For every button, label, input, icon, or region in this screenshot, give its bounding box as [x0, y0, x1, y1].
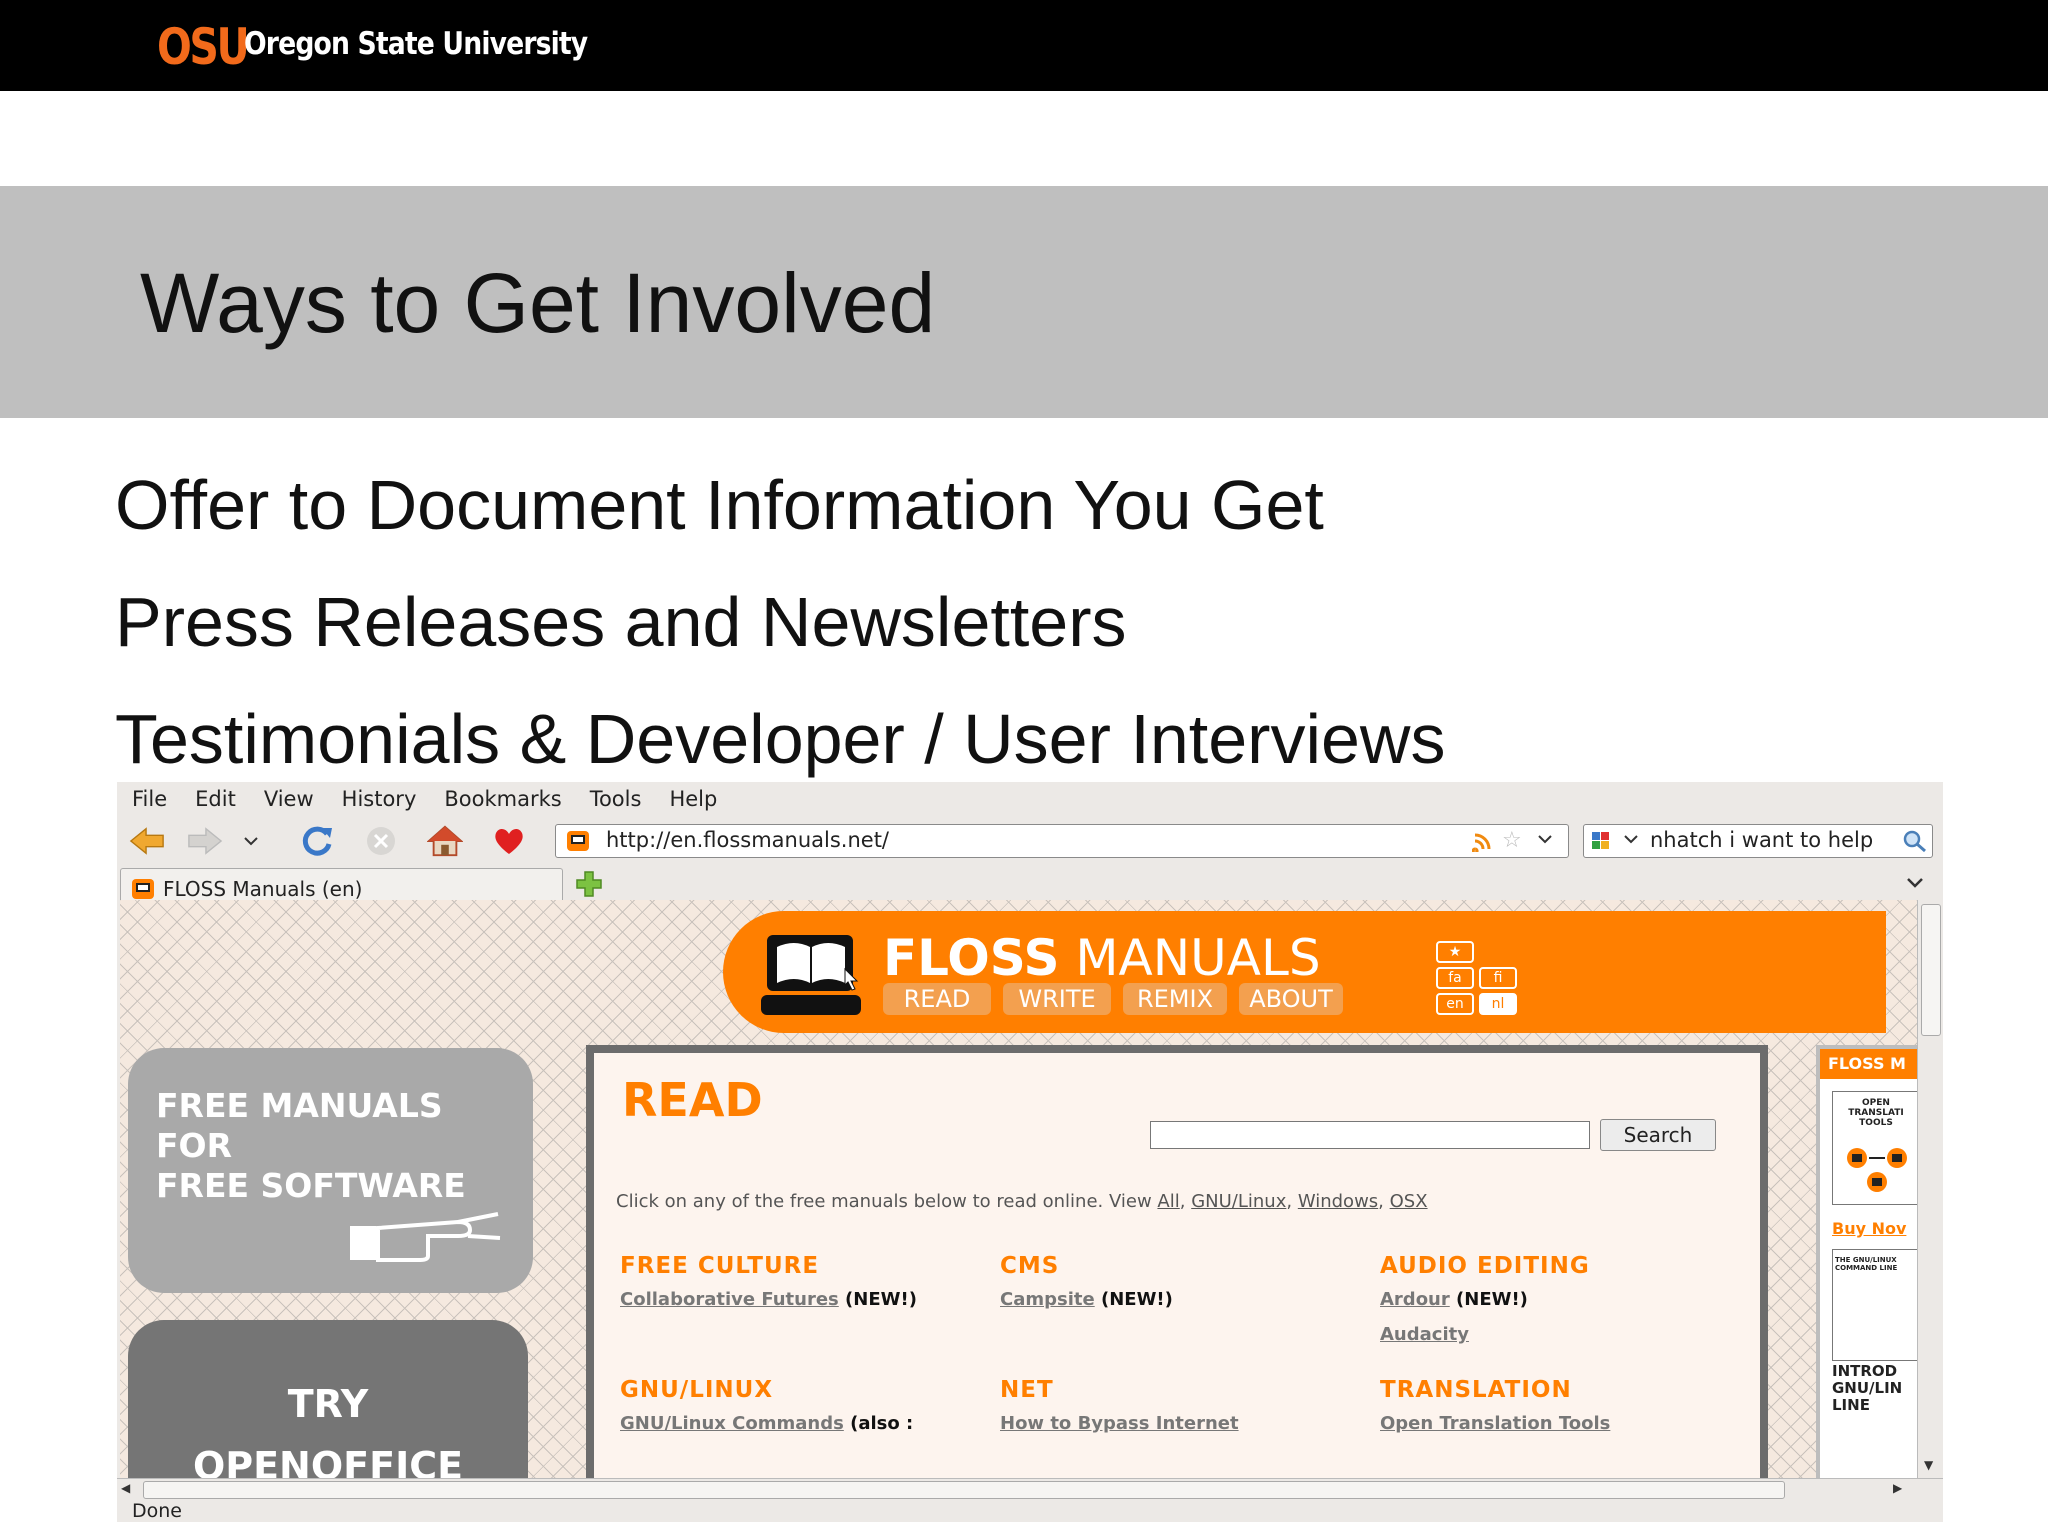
- horizontal-scroll-thumb[interactable]: [143, 1481, 1785, 1499]
- manual-link-item[interactable]: Collaborative Futures (NEW!): [620, 1289, 917, 1310]
- lang-star[interactable]: ★: [1436, 941, 1474, 963]
- web-search-bar[interactable]: nhatch i want to help: [1583, 824, 1933, 858]
- read-intro-text: Click on any of the free manuals below t…: [616, 1191, 1428, 1212]
- nav-remix[interactable]: REMIX: [1123, 983, 1227, 1015]
- floss-sidebar-panel: FLOSS M OPEN TRANSLATI TOOLS Buy Nov THE…: [1816, 1045, 1917, 1478]
- bullet-item: Offer to Document Information You Get: [115, 466, 1324, 544]
- browser-window: File Edit View History Bookmarks Tools H…: [117, 782, 1943, 1522]
- pointing-hand-icon: [348, 1208, 508, 1268]
- status-text: Done: [132, 1500, 182, 1522]
- back-arrow-icon[interactable]: [129, 824, 165, 858]
- menu-view[interactable]: View: [264, 787, 314, 811]
- menu-edit[interactable]: Edit: [195, 787, 236, 811]
- tab-label: FLOSS Manuals (en): [163, 877, 363, 901]
- view-gnulinux-link[interactable]: GNU/Linux: [1191, 1191, 1286, 1212]
- lang-en[interactable]: en: [1436, 993, 1474, 1015]
- floss-manuals-title: FLOSS MANUALS: [883, 929, 1321, 987]
- university-name: Oregon State University: [244, 26, 588, 62]
- category-audio-editing: AUDIO EDITING: [1380, 1253, 1590, 1279]
- manual-link-item[interactable]: Audacity: [1380, 1324, 1469, 1345]
- sidebar-intro-text: INTROD GNU/LIN LINE: [1832, 1362, 1903, 1414]
- floss-banner: FLOSS MANUALS READ WRITE REMIX ABOUT ★ f…: [723, 911, 1886, 1033]
- menu-bookmarks[interactable]: Bookmarks: [444, 787, 561, 811]
- scroll-down-arrow-icon[interactable]: ▼: [1924, 1458, 1933, 1472]
- menu-history[interactable]: History: [342, 787, 417, 811]
- try-openoffice-promo[interactable]: TRY OPENOFFICE: [128, 1320, 528, 1478]
- stop-icon[interactable]: [363, 824, 399, 858]
- view-osx-link[interactable]: OSX: [1390, 1191, 1428, 1212]
- lang-fi[interactable]: fi: [1479, 967, 1517, 989]
- manual-link-item[interactable]: GNU/Linux Commands (also :: [620, 1413, 913, 1434]
- buy-now-link[interactable]: Buy Nov: [1832, 1219, 1906, 1238]
- tab-list-chevron-icon[interactable]: [1905, 874, 1925, 894]
- manual-link-item[interactable]: Campsite (NEW!): [1000, 1289, 1173, 1310]
- manual-link-item[interactable]: Ardour (NEW!): [1380, 1289, 1528, 1310]
- gnu-linux-command-line-cover[interactable]: THE GNU/LINUX COMMAND LINE: [1832, 1249, 1917, 1361]
- search-engine-icon[interactable]: [1590, 830, 1620, 856]
- magnifier-icon[interactable]: [1902, 829, 1928, 857]
- manual-search-input[interactable]: [1150, 1121, 1590, 1149]
- openoffice-text: OPENOFFICE: [192, 1444, 464, 1478]
- free-manuals-promo[interactable]: FREE MANUALS FOR FREE SOFTWARE: [128, 1048, 533, 1293]
- reload-icon[interactable]: [299, 824, 335, 858]
- manual-link-item[interactable]: Open Translation Tools: [1380, 1413, 1610, 1434]
- forward-arrow-icon[interactable]: [187, 824, 223, 858]
- category-translation: TRANSLATION: [1380, 1377, 1572, 1403]
- nav-read[interactable]: READ: [883, 983, 991, 1015]
- nav-write[interactable]: WRITE: [1003, 983, 1111, 1015]
- floss-book-logo: [761, 929, 861, 1025]
- open-translation-tools-cover[interactable]: OPEN TRANSLATI TOOLS: [1832, 1091, 1917, 1205]
- url-text: http://en.flossmanuals.net/: [606, 828, 889, 852]
- page-content: FLOSS MANUALS READ WRITE REMIX ABOUT ★ f…: [120, 900, 1917, 1478]
- vertical-scrollbar[interactable]: ▼: [1917, 900, 1942, 1478]
- read-heading: READ: [622, 1073, 763, 1127]
- category-free-culture: FREE CULTURE: [620, 1253, 820, 1279]
- bullet-item: Testimonials & Developer / User Intervie…: [115, 700, 1446, 778]
- lang-nl[interactable]: nl: [1479, 993, 1517, 1015]
- site-favicon-icon: [566, 830, 590, 852]
- bookmark-star-icon[interactable]: ☆: [1502, 828, 1522, 853]
- cover-text: THE GNU/LINUX COMMAND LINE: [1835, 1256, 1898, 1272]
- menu-tools[interactable]: Tools: [590, 787, 642, 811]
- heart-icon[interactable]: [491, 824, 527, 858]
- osu-logo: OSU: [157, 18, 250, 76]
- slide-title: Ways to Get Involved: [140, 256, 936, 350]
- engine-dropdown-icon[interactable]: [1622, 831, 1640, 851]
- lang-fa[interactable]: fa: [1436, 967, 1474, 989]
- vertical-scroll-thumb[interactable]: [1921, 904, 1941, 1036]
- category-cms: CMS: [1000, 1253, 1060, 1279]
- cover-text: OPEN TRANSLATI TOOLS: [1848, 1098, 1904, 1128]
- new-tab-plus-icon[interactable]: [575, 870, 603, 902]
- url-dropdown-icon[interactable]: [1536, 831, 1554, 851]
- chevron-down-icon[interactable]: [239, 824, 263, 858]
- scroll-left-arrow-icon[interactable]: ◀: [121, 1481, 130, 1495]
- search-button[interactable]: Search: [1600, 1119, 1716, 1151]
- manual-link-item[interactable]: How to Bypass Internet: [1000, 1413, 1239, 1434]
- menu-help[interactable]: Help: [669, 787, 717, 811]
- rss-feed-icon[interactable]: [1471, 830, 1496, 856]
- menu-file[interactable]: File: [132, 787, 167, 811]
- search-input[interactable]: nhatch i want to help: [1650, 828, 1873, 852]
- menu-bar: File Edit View History Bookmarks Tools H…: [117, 782, 1943, 816]
- nav-about[interactable]: ABOUT: [1239, 983, 1343, 1015]
- category-gnu-linux: GNU/LINUX: [620, 1377, 774, 1403]
- scroll-right-arrow-icon[interactable]: ▶: [1893, 1481, 1902, 1495]
- free-manuals-text: FREE MANUALS FOR FREE SOFTWARE: [156, 1086, 466, 1205]
- address-bar[interactable]: http://en.flossmanuals.net/ ☆: [555, 824, 1569, 858]
- try-text: TRY: [287, 1382, 369, 1426]
- view-all-link[interactable]: All: [1157, 1191, 1179, 1212]
- status-bar: Done: [117, 1500, 1943, 1522]
- horizontal-scrollbar[interactable]: ◀ ▶: [117, 1478, 1943, 1501]
- view-windows-link[interactable]: Windows: [1298, 1191, 1378, 1212]
- home-icon[interactable]: [427, 824, 463, 858]
- bullet-item: Press Releases and Newsletters: [115, 583, 1127, 661]
- read-panel: READ Search Click on any of the free man…: [586, 1045, 1768, 1478]
- translation-diagram-icon: [1843, 1142, 1909, 1200]
- category-net: NET: [1000, 1377, 1054, 1403]
- sidebar-title: FLOSS M: [1820, 1049, 1917, 1079]
